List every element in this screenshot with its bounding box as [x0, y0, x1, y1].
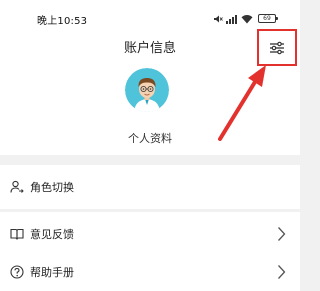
header-panel: 晚上10:53 69 账户信息 个人资料 [0, 0, 300, 155]
battery-icon: 69 [258, 14, 278, 23]
sliders-icon [270, 41, 284, 54]
settings-button[interactable] [257, 29, 297, 66]
menu-item-label: 角色切换 [30, 181, 74, 194]
menu-item-help[interactable]: 帮助手册 [0, 250, 300, 291]
profile-label[interactable]: 个人资料 [0, 130, 300, 146]
page-title: 账户信息 [123, 41, 176, 56]
book-icon [10, 228, 24, 240]
mute-icon [214, 15, 223, 22]
menu-item-label: 帮助手册 [30, 266, 74, 279]
status-bar: 晚上10:53 69 [0, 0, 300, 38]
menu-item-label: 意见反馈 [30, 228, 74, 241]
status-time: 晚上10:53 [37, 16, 88, 27]
chevron-right-icon [278, 265, 286, 279]
avatar[interactable] [125, 68, 169, 112]
signal-icon [226, 14, 237, 24]
avatar-illustration [125, 68, 169, 112]
status-icons: 69 [213, 13, 278, 24]
user-switch-icon [10, 180, 24, 193]
wifi-icon [241, 14, 253, 23]
help-circle-icon [10, 265, 24, 279]
menu-item-role-switch[interactable]: 角色切换 [0, 165, 300, 209]
chevron-right-icon [278, 227, 286, 241]
